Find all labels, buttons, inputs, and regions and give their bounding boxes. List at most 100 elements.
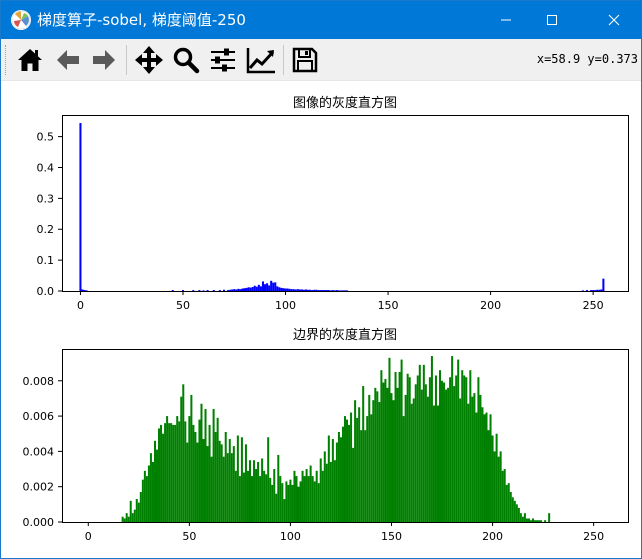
top-histogram-bar (274, 282, 277, 291)
bottom-histogram-bar (519, 513, 522, 522)
top-histogram-bar (218, 290, 221, 291)
bottom-x-tick-label: 100 (280, 530, 301, 543)
bottom-histogram-bar (469, 370, 472, 522)
zoom-button[interactable] (169, 44, 203, 76)
bottom-histogram-bar (319, 458, 322, 522)
top-histogram-bar (335, 290, 338, 291)
bottom-histogram-bar (289, 479, 292, 522)
top-histogram-bar (327, 290, 330, 291)
top-histogram-bar (341, 290, 344, 291)
bottom-histogram-bar (475, 412, 478, 522)
bottom-histogram-bar (139, 491, 142, 522)
bottom-x-tick-label: 200 (482, 530, 503, 543)
maximize-icon (547, 15, 557, 25)
bottom-histogram-bar (251, 476, 254, 522)
bottom-histogram-bar (410, 403, 413, 522)
bottom-histogram-bar (497, 456, 500, 522)
bottom-histogram-bar (339, 437, 342, 522)
bottom-histogram-bar (192, 424, 195, 522)
bottom-histogram-bar (170, 423, 173, 522)
bottom-histogram-bar (521, 516, 524, 522)
top-histogram-bar (192, 290, 195, 291)
bottom-histogram-bar (315, 470, 318, 522)
top-histogram-bar (171, 290, 174, 291)
bottom-histogram-bar (501, 470, 504, 522)
top-histogram-bar (300, 289, 303, 291)
bottom-histogram-bar (277, 454, 280, 522)
top-histogram-bar (323, 290, 326, 291)
maximize-button[interactable] (529, 1, 575, 39)
bottom-histogram-bar (174, 424, 177, 522)
bottom-plot-title: 边界的灰度直方图 (292, 328, 398, 343)
bottom-histogram-bar (281, 483, 284, 522)
bottom-histogram-bar (434, 375, 437, 522)
top-histogram-bar (298, 289, 301, 291)
bottom-histogram-bar (525, 518, 528, 522)
save-button[interactable] (288, 44, 322, 76)
top-histogram-bar (243, 288, 246, 291)
bottom-histogram-bar (160, 424, 163, 522)
bottom-histogram-bar (451, 356, 454, 522)
bottom-x-tick-label: 150 (381, 530, 402, 543)
bottom-histogram-bar (487, 430, 490, 522)
bottom-histogram-bar (489, 414, 492, 522)
title-bar[interactable]: 梯度算子-sobel, 梯度阈值-250 (1, 1, 641, 39)
bottom-histogram-bar (544, 520, 547, 522)
top-histogram-bar (288, 288, 291, 291)
top-histogram-bar (181, 290, 185, 291)
home-button[interactable] (13, 44, 47, 76)
bottom-histogram-bar (384, 379, 387, 522)
floppy-disk-icon (292, 47, 318, 73)
customize-button[interactable] (244, 44, 278, 76)
top-histogram-bar (268, 285, 271, 291)
bottom-histogram-bar (220, 444, 223, 522)
bottom-histogram-bar (479, 394, 482, 522)
top-y-tick-label: 0.5 (37, 131, 55, 144)
bottom-y-tick-label: 0.000 (23, 516, 55, 529)
bottom-histogram-bar (151, 461, 154, 522)
close-button[interactable] (587, 1, 641, 39)
bottom-histogram-bar (327, 435, 330, 522)
subplots-button[interactable] (206, 44, 240, 76)
top-histogram-bar (294, 289, 297, 291)
top-histogram-bar (233, 289, 236, 291)
bottom-histogram-bar (538, 520, 541, 522)
figure-canvas[interactable]: 图像的灰度直方图 边界的灰度直方图 0 50 100 150 200 250 0.0 0.1 0… (1, 82, 641, 558)
bottom-histogram-bar (208, 424, 211, 522)
bottom-histogram-bar (493, 451, 496, 522)
forward-button[interactable] (87, 44, 121, 76)
bottom-histogram-bar (376, 391, 379, 522)
top-histogram-bar (302, 289, 306, 291)
bottom-histogram-bar (186, 442, 189, 522)
bottom-histogram-bar (370, 414, 373, 522)
bottom-histogram-bar (200, 403, 203, 522)
minimize-button[interactable] (483, 1, 529, 39)
bottom-histogram-bar (263, 470, 266, 522)
bottom-x-tick-label: 50 (182, 530, 196, 543)
toolbar-grip (5, 45, 8, 75)
bottom-histogram-bar (248, 460, 251, 522)
window-title: 梯度算子-sobel, 梯度阈值-250 (37, 11, 246, 29)
bottom-histogram-bar (503, 469, 506, 522)
bottom-histogram-bar (329, 461, 332, 522)
bottom-histogram-bar (414, 384, 417, 522)
top-histogram-bar (247, 287, 250, 291)
bottom-histogram-bar (358, 407, 361, 522)
bottom-histogram-bar (149, 453, 152, 522)
bottom-histogram-bar (436, 405, 439, 522)
top-histogram-bar (261, 281, 264, 291)
bottom-histogram-bar (226, 453, 229, 522)
bottom-histogram-bar (443, 382, 446, 522)
bottom-y-tick-label: 0.004 (23, 445, 55, 458)
top-histogram-bar (229, 289, 232, 291)
bottom-histogram-bar (269, 477, 272, 522)
top-x-tick-label: 0 (77, 299, 84, 312)
top-histogram-bar (292, 289, 295, 291)
bottom-histogram-bar (534, 520, 537, 522)
top-histogram-bar (325, 290, 328, 291)
bottom-histogram-bar (471, 396, 474, 522)
pan-button[interactable] (132, 44, 166, 76)
back-button[interactable] (51, 44, 85, 76)
top-histogram-bar (206, 290, 209, 291)
bottom-histogram-bar (125, 513, 128, 522)
